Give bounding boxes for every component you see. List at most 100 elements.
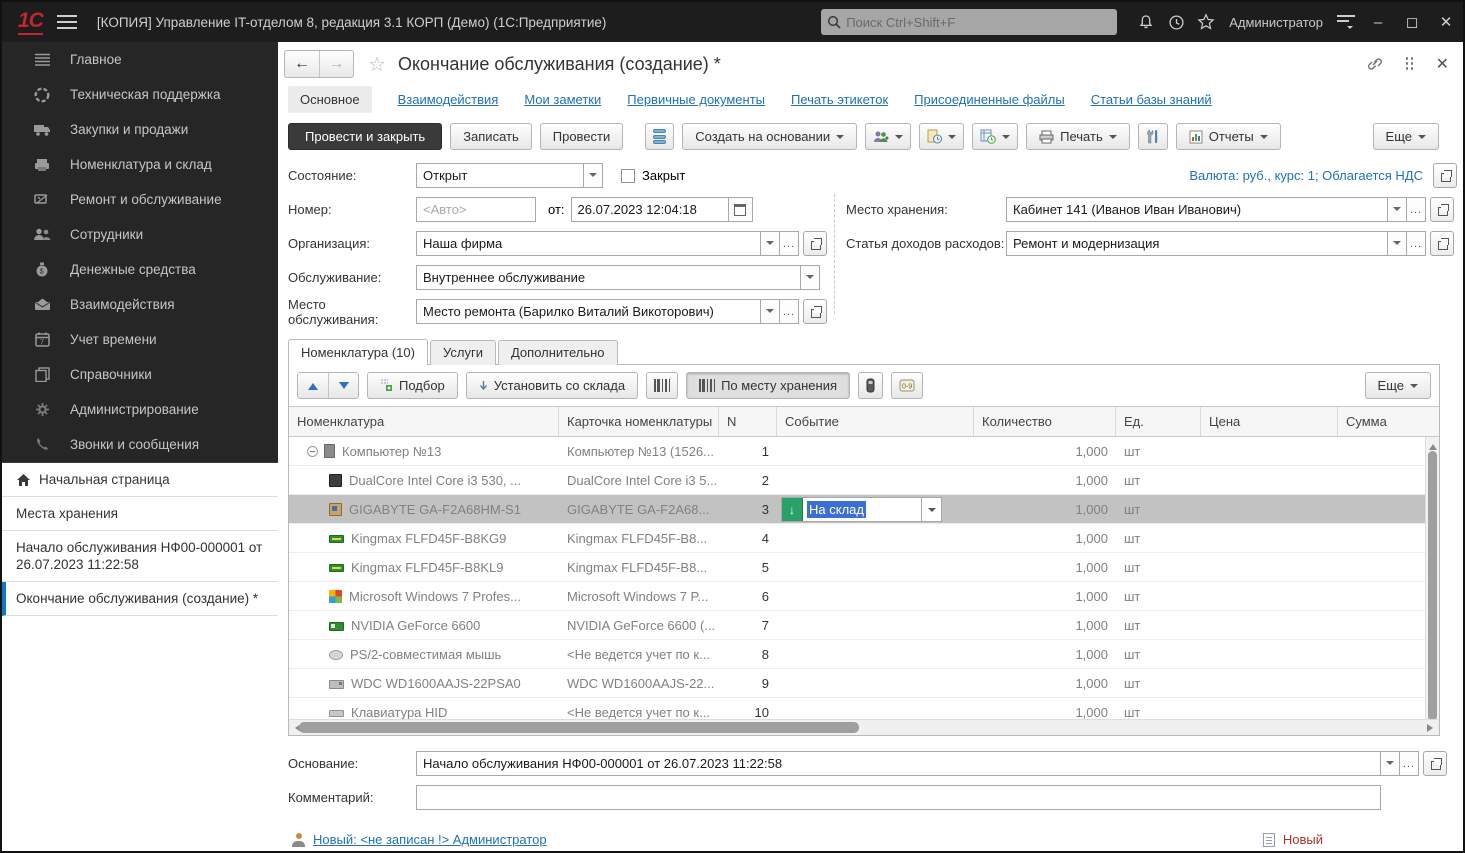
favorite-star-icon[interactable]: ☆ xyxy=(368,52,386,77)
items-more-button[interactable]: Еще xyxy=(1364,372,1431,399)
calendar-icon[interactable] xyxy=(728,197,753,222)
date-input[interactable]: 26.07.2023 12:04:18 xyxy=(570,197,729,222)
column-header[interactable]: Сумма xyxy=(1338,407,1425,436)
back-button[interactable]: ← xyxy=(285,51,319,77)
column-header[interactable]: Номенклатура xyxy=(289,407,559,436)
event-editor[interactable]: ↓ На склад xyxy=(781,497,942,522)
service-input[interactable]: Внутреннее обслуживание xyxy=(416,265,801,290)
sidebar-section-item[interactable]: Главное xyxy=(2,42,278,77)
current-user[interactable]: Администратор xyxy=(1229,15,1323,30)
table-row[interactable]: Kingmax FLFD45F-B8KL9 Kingmax FLFD45F-B8.… xyxy=(289,553,1425,582)
comment-input[interactable] xyxy=(416,785,1381,810)
sidebar-section-item[interactable]: Техническая поддержка xyxy=(2,77,278,112)
tab-my-notes[interactable]: Мои заметки xyxy=(524,92,601,107)
more-menu-icon[interactable] xyxy=(1405,57,1414,71)
organization-input[interactable]: Наша фирма xyxy=(416,231,761,256)
column-header[interactable]: Карточка номенклатуры xyxy=(559,407,719,436)
table-row[interactable]: WDC WD1600AAJS-22PSA0 WDC WD1600AAJS-22..… xyxy=(289,669,1425,698)
tab-additional[interactable]: Дополнительно xyxy=(497,340,618,365)
column-header[interactable]: Цена xyxy=(1201,407,1338,436)
tab-kb-articles[interactable]: Статьи базы знаний xyxy=(1091,92,1212,107)
search-input[interactable] xyxy=(846,14,1112,30)
print-button[interactable]: Печать xyxy=(1026,123,1130,150)
service-place-input[interactable]: Место ремонта (Барилко Виталий Викоторов… xyxy=(416,299,761,324)
storage-place-choose-icon[interactable]: ... xyxy=(1407,197,1426,222)
service-dropdown-icon[interactable] xyxy=(801,265,820,290)
posting-results-button[interactable] xyxy=(645,123,675,150)
global-search[interactable] xyxy=(821,9,1118,35)
save-button[interactable]: Записать xyxy=(450,123,532,150)
sidebar-section-item[interactable]: Ремонт и обслуживание xyxy=(2,182,278,217)
by-storage-place-button[interactable]: По месту хранения xyxy=(686,372,850,399)
table-row[interactable]: PS/2-совместимая мышь <Не ведется учет по… xyxy=(289,640,1425,669)
pick-button[interactable]: Подбор xyxy=(367,372,458,399)
close-window-button[interactable]: ✕ xyxy=(1429,7,1463,37)
sidebar-section-item[interactable]: $ Денежные средства xyxy=(2,252,278,287)
event-dropdown-icon[interactable] xyxy=(921,498,941,521)
table-row[interactable]: GIGABYTE GA-F2A68HM-S1 GIGABYTE GA-F2A68.… xyxy=(289,495,1425,524)
storage-place-dropdown-icon[interactable] xyxy=(1388,197,1407,222)
currency-open-icon[interactable] xyxy=(1433,163,1457,188)
quantity-input-button[interactable]: 0-9 xyxy=(891,372,923,399)
sidebar-section-item[interactable]: Администрирование xyxy=(2,392,278,427)
column-header[interactable]: N xyxy=(719,407,777,436)
table-row[interactable]: NVIDIA GeForce 6600 NVIDIA GeForce 6600 (… xyxy=(289,611,1425,640)
document-status-link[interactable]: Новый: <не записан !> Администратор xyxy=(313,832,547,847)
column-header[interactable]: Событие xyxy=(777,407,974,436)
state-select[interactable]: Открыт xyxy=(416,163,584,188)
set-from-stock-button[interactable]: Установить со склада xyxy=(465,372,639,399)
deadline-button[interactable] xyxy=(919,123,965,150)
number-input[interactable]: <Авто> xyxy=(416,197,536,222)
tab-main[interactable]: Основное xyxy=(288,86,372,113)
service-tools-button[interactable] xyxy=(1137,123,1168,150)
post-and-close-button[interactable]: Провести и закрыть xyxy=(288,123,443,150)
main-menu-icon[interactable] xyxy=(56,15,77,29)
history-icon[interactable] xyxy=(1161,7,1191,37)
expense-item-open-icon[interactable] xyxy=(1430,231,1454,256)
expense-item-input[interactable]: Ремонт и модернизация xyxy=(1006,231,1388,256)
move-up-button[interactable] xyxy=(298,373,328,398)
sidebar-section-item[interactable]: 7 Учет времени xyxy=(2,322,278,357)
table-row[interactable]: Компьютер №13 Компьютер №13 (1526... 1 1,00… xyxy=(289,437,1425,466)
barcode-scan-button[interactable] xyxy=(646,372,679,399)
forward-button[interactable]: → xyxy=(319,51,353,77)
move-down-button[interactable] xyxy=(328,373,358,398)
tab-interactions[interactable]: Взаимодействия xyxy=(398,92,499,107)
table-row[interactable]: DualCore Intel Core i3 530, ... DualCore … xyxy=(289,466,1425,495)
sidebar-section-item[interactable]: Сотрудники xyxy=(2,217,278,252)
sidebar-section-item[interactable]: Справочники xyxy=(2,357,278,392)
sidebar-item-home[interactable]: Начальная страница xyxy=(2,463,278,497)
post-button[interactable]: Провести xyxy=(539,123,624,150)
service-place-open-icon[interactable] xyxy=(803,299,827,324)
basis-choose-icon[interactable]: ... xyxy=(1400,751,1419,776)
maximize-button[interactable]: ◻ xyxy=(1395,7,1429,37)
sidebar-item-begin-service-doc[interactable]: Начало обслуживания НФ00-000001 от 26.07… xyxy=(2,531,278,582)
more-button[interactable]: Еще xyxy=(1372,123,1439,150)
sidebar-item-end-service-doc[interactable]: Окончание обслуживания (создание) * xyxy=(2,582,278,616)
schedule-button[interactable] xyxy=(972,123,1019,150)
currency-info-link[interactable]: Валюта: руб., курс: 1; Облагается НДС xyxy=(1189,168,1423,183)
sidebar-section-item[interactable]: Звонки и сообщения xyxy=(2,427,278,462)
basis-input[interactable]: Начало обслуживания НФ00-000001 от 26.07… xyxy=(416,751,1381,776)
event-value[interactable]: На склад xyxy=(803,498,921,521)
state-dropdown-icon[interactable] xyxy=(584,163,603,188)
basis-dropdown-icon[interactable] xyxy=(1381,751,1400,776)
tab-nomenclature[interactable]: Номенклатура (10) xyxy=(288,339,428,365)
minimize-button[interactable]: – xyxy=(1361,7,1395,37)
collapse-icon[interactable] xyxy=(307,445,318,457)
service-menu-icon[interactable] xyxy=(1331,7,1361,37)
expense-item-choose-icon[interactable]: ... xyxy=(1407,231,1426,256)
expense-item-dropdown-icon[interactable] xyxy=(1388,231,1407,256)
column-header[interactable]: Ед. xyxy=(1116,407,1201,436)
organization-open-icon[interactable] xyxy=(803,231,827,256)
close-form-icon[interactable]: ✕ xyxy=(1436,54,1449,74)
tab-label-print[interactable]: Печать этикеток xyxy=(791,92,888,107)
column-header[interactable]: Количество xyxy=(974,407,1116,436)
favorites-star-icon[interactable] xyxy=(1191,7,1221,37)
sidebar-section-item[interactable]: Номенклатура и склад xyxy=(2,147,278,182)
tab-attached-files[interactable]: Присоединенные файлы xyxy=(914,92,1065,107)
service-place-choose-icon[interactable]: ... xyxy=(780,299,799,324)
storage-place-open-icon[interactable] xyxy=(1430,197,1454,222)
storage-place-input[interactable]: Кабинет 141 (Иванов Иван Иванович) xyxy=(1006,197,1388,222)
table-row[interactable]: Kingmax FLFD45F-B8KG9 Kingmax FLFD45F-B8.… xyxy=(289,524,1425,553)
